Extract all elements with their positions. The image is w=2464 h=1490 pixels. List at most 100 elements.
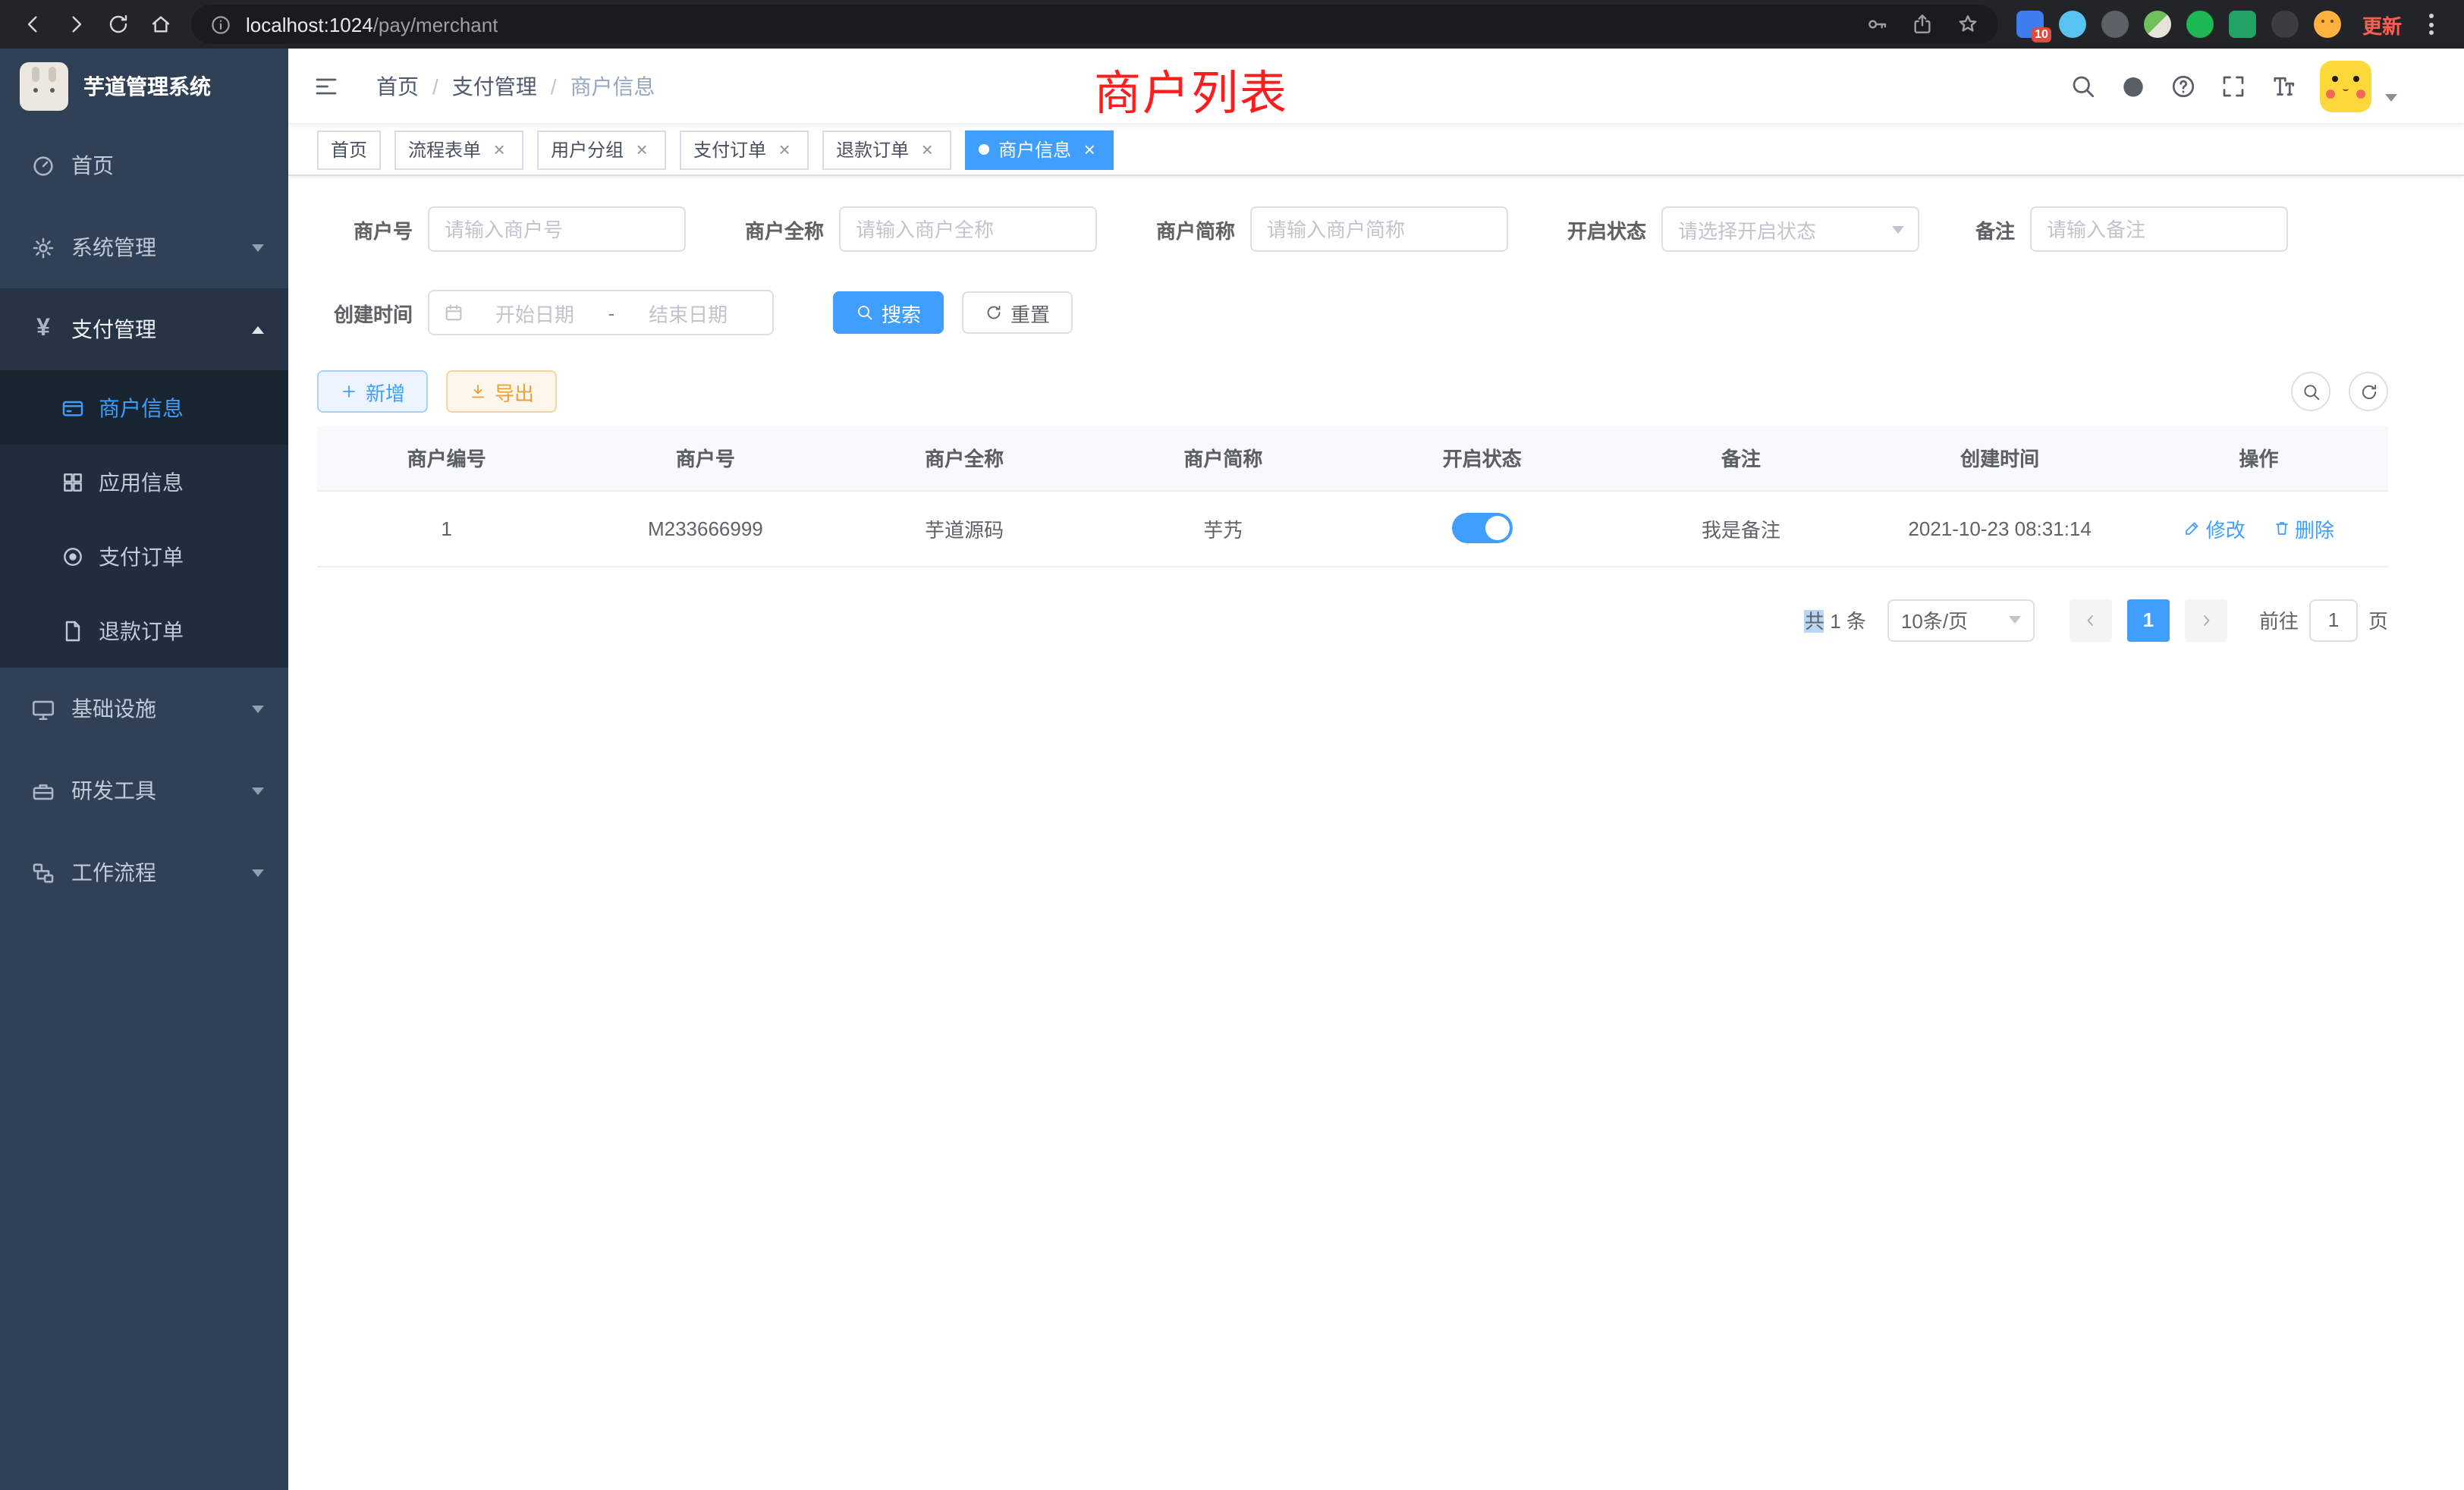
tab-user-group[interactable]: 用户分组× xyxy=(537,130,666,169)
app-logo[interactable]: 芋道管理系统 xyxy=(0,49,288,124)
workflow-icon xyxy=(30,860,56,885)
sidebar-item-payment[interactable]: ¥ 支付管理 xyxy=(0,288,288,370)
browser-extension-icon-2[interactable] xyxy=(2059,11,2086,38)
header-actions xyxy=(2070,60,2397,112)
sidebar-item-refund-orders[interactable]: 退款订单 xyxy=(0,593,288,668)
browser-extensions: 10 xyxy=(2016,11,2341,38)
page-jump-input[interactable] xyxy=(2309,599,2358,641)
sidebar-menu: 首页 系统管理 ¥ 支付管理 xyxy=(0,124,288,1490)
merchant-no-label: 商户号 xyxy=(317,215,413,244)
monitor-icon xyxy=(30,696,56,721)
cell-remark: 我是备注 xyxy=(1611,490,1870,566)
github-icon[interactable] xyxy=(2120,72,2147,99)
sidebar-item-infrastructure[interactable]: 基础设施 xyxy=(0,668,288,750)
sidebar-item-home[interactable]: 首页 xyxy=(0,124,288,206)
prev-page-button[interactable] xyxy=(2070,599,2112,641)
end-date-placeholder[interactable]: 结束日期 xyxy=(618,298,759,327)
sidebar-item-workflow[interactable]: 工作流程 xyxy=(0,831,288,913)
page-size-select[interactable]: 10条/页 xyxy=(1887,599,2035,641)
search-button[interactable]: 搜索 xyxy=(833,291,944,334)
sidebar-item-merchant-info[interactable]: 商户信息 xyxy=(0,370,288,445)
password-key-icon[interactable] xyxy=(1865,12,1889,36)
tab-close-icon[interactable]: × xyxy=(1079,140,1100,159)
tab-process-form[interactable]: 流程表单× xyxy=(394,130,523,169)
fullscreen-icon[interactable] xyxy=(2220,72,2247,99)
payment-submenu: 商户信息 应用信息 支付订单 xyxy=(0,370,288,668)
cell-actions: 修改 删除 xyxy=(2129,490,2388,566)
status-select[interactable]: 请选择开启状态 xyxy=(1661,206,1919,252)
plus-icon xyxy=(340,382,358,401)
col-actions: 操作 xyxy=(2129,426,2388,490)
tab-close-icon[interactable]: × xyxy=(916,140,938,159)
reload-icon xyxy=(106,12,130,36)
address-bar[interactable]: localhost:1024/pay/merchant xyxy=(191,5,1998,44)
browser-menu-button[interactable] xyxy=(2420,8,2443,41)
browser-extension-icon-7[interactable] xyxy=(2271,11,2299,38)
page-jumper: 前往 页 xyxy=(2259,599,2388,641)
tab-close-icon[interactable]: × xyxy=(631,140,652,159)
sidebar-item-system[interactable]: 系统管理 xyxy=(0,206,288,288)
refresh-table-button[interactable] xyxy=(2349,372,2388,411)
col-merchant-id: 商户编号 xyxy=(317,426,576,490)
font-size-icon[interactable] xyxy=(2270,72,2297,99)
merchant-status-switch[interactable] xyxy=(1452,513,1513,543)
browser-forward-button[interactable] xyxy=(55,3,97,46)
back-arrow-icon xyxy=(21,12,46,36)
full-name-input[interactable] xyxy=(839,206,1097,252)
sidebar-item-app-info[interactable]: 应用信息 xyxy=(0,445,288,519)
remark-input[interactable] xyxy=(2030,206,2288,252)
refresh-icon xyxy=(985,303,1003,322)
cell-merchant-no: M233666999 xyxy=(576,490,834,566)
tab-home[interactable]: 首页 xyxy=(317,130,381,169)
sidebar-item-payment-orders[interactable]: 支付订单 xyxy=(0,519,288,593)
add-button[interactable]: 新增 xyxy=(317,370,428,413)
sidebar-item-dev-tools[interactable]: 研发工具 xyxy=(0,750,288,831)
record-icon xyxy=(61,544,85,568)
browser-extension-icon-1[interactable]: 10 xyxy=(2016,11,2044,38)
gear-icon xyxy=(30,234,56,260)
avatar-caret-icon[interactable] xyxy=(2385,94,2397,102)
breadcrumb-payment[interactable]: 支付管理 xyxy=(452,71,537,101)
merchant-no-input[interactable] xyxy=(428,206,686,252)
annotation-merchant-list: 商户列表 xyxy=(1094,55,1288,123)
help-icon[interactable] xyxy=(2170,72,2197,99)
sidebar-collapse-button[interactable] xyxy=(313,72,340,99)
start-date-placeholder[interactable]: 开始日期 xyxy=(464,298,605,327)
browser-extension-icon-5[interactable] xyxy=(2186,11,2214,38)
tab-payment-orders[interactable]: 支付订单× xyxy=(680,130,809,169)
app-logo-avatar xyxy=(20,62,68,111)
browser-extension-icon-6[interactable] xyxy=(2229,11,2256,38)
tab-close-icon[interactable]: × xyxy=(489,140,510,159)
browser-extension-icon-8[interactable] xyxy=(2314,11,2341,38)
browser-reload-button[interactable] xyxy=(97,3,140,46)
app-header: 首页 / 支付管理 / 商户信息 xyxy=(288,49,2464,124)
user-avatar[interactable] xyxy=(2320,60,2371,112)
browser-back-button[interactable] xyxy=(12,3,55,46)
toggle-search-button[interactable] xyxy=(2291,372,2330,411)
select-caret-icon xyxy=(2009,616,2021,624)
delete-link[interactable]: 删除 xyxy=(2272,514,2334,542)
browser-extension-icon-3[interactable] xyxy=(2101,11,2129,38)
short-name-input[interactable] xyxy=(1250,206,1508,252)
tab-merchant-info[interactable]: 商户信息× xyxy=(965,130,1114,169)
tab-close-icon[interactable]: × xyxy=(774,140,795,159)
edit-link[interactable]: 修改 xyxy=(2183,514,2246,542)
header-search-icon[interactable] xyxy=(2070,72,2097,99)
next-page-button[interactable] xyxy=(2185,599,2227,641)
browser-home-button[interactable] xyxy=(140,3,182,46)
export-button[interactable]: 导出 xyxy=(446,370,557,413)
breadcrumb-home[interactable]: 首页 xyxy=(376,71,419,101)
breadcrumb: 首页 / 支付管理 / 商户信息 xyxy=(376,71,655,101)
page-number-button[interactable]: 1 xyxy=(2127,599,2170,641)
create-time-range-picker[interactable]: 开始日期 - 结束日期 xyxy=(428,290,774,335)
tab-refund-orders[interactable]: 退款订单× xyxy=(822,130,951,169)
browser-update-button[interactable]: 更新 xyxy=(2362,10,2402,39)
share-icon[interactable] xyxy=(1910,12,1934,36)
reset-button[interactable]: 重置 xyxy=(962,291,1073,334)
bookmark-star-icon[interactable] xyxy=(1956,12,1980,36)
site-info-icon[interactable] xyxy=(209,13,232,36)
browser-extension-icon-4[interactable] xyxy=(2144,11,2171,38)
full-name-label: 商户全称 xyxy=(730,215,824,244)
status-label: 开启状态 xyxy=(1552,215,1646,244)
search-icon xyxy=(2301,382,2321,401)
